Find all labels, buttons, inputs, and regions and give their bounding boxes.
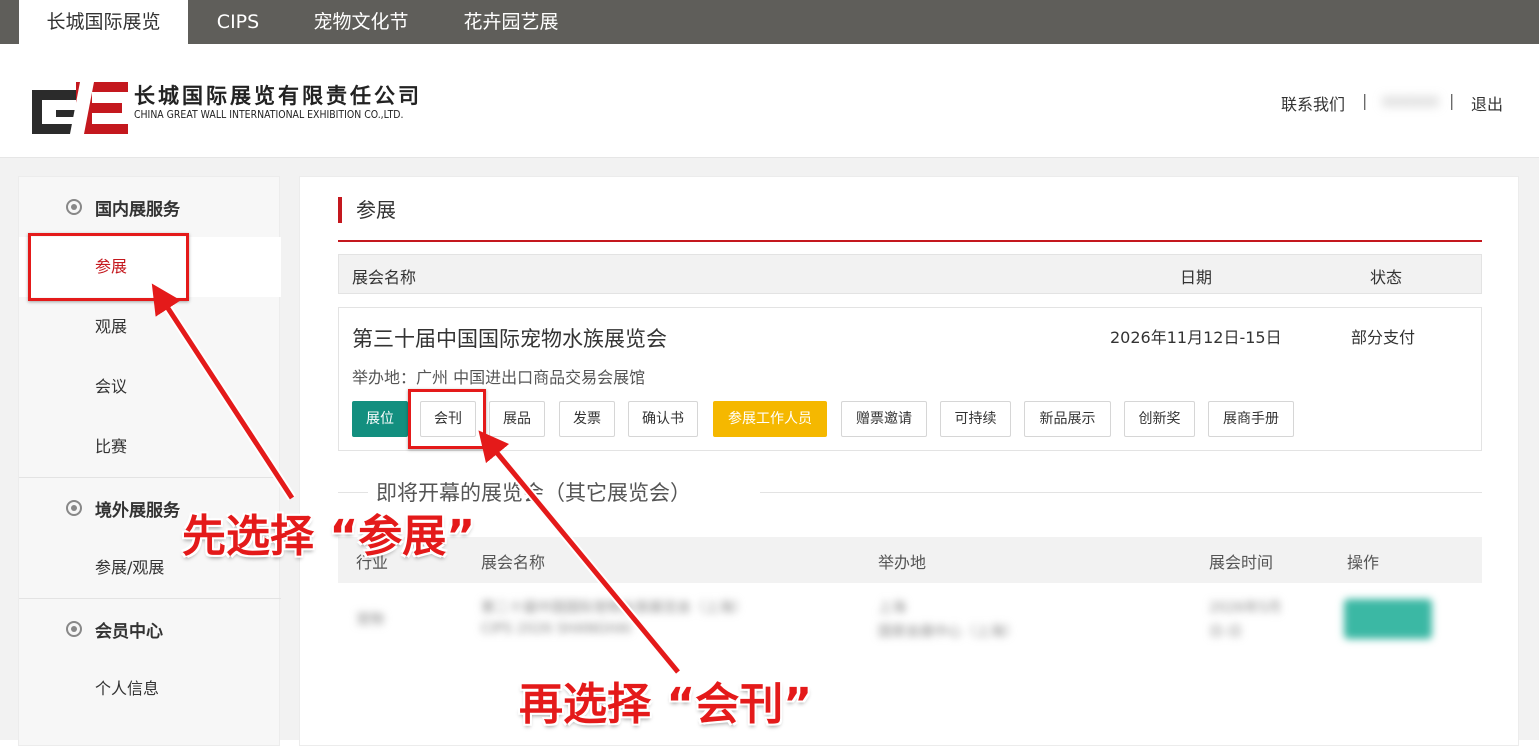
expo-name: 第三十届中国国际宠物水族展览会 — [352, 327, 667, 351]
divider-line — [760, 492, 1482, 493]
invoice-button[interactable]: 发票 — [559, 401, 615, 437]
tab-cips[interactable]: CIPS — [196, 0, 280, 44]
circle-dot-icon — [66, 500, 82, 516]
col-header-date: 日期 — [1180, 268, 1213, 287]
sidebar-item-profile[interactable]: 个人信息 — [19, 659, 281, 719]
company-logo-icon — [32, 82, 128, 134]
sidebar-group-title: 国内展服务 — [95, 200, 180, 220]
circle-dot-icon — [66, 621, 82, 637]
annotation-step1: 先选择 “参展” — [182, 511, 476, 562]
col-header-action: 操作 — [1347, 553, 1380, 572]
sidebar-group-title: 境外展服务 — [95, 501, 180, 521]
blurred-expo-name-en: CIPS 2026 SHANGHAI — [481, 621, 632, 637]
divider-line — [338, 492, 368, 493]
header: 长城国际展览有限责任公司 CHINA GREAT WALL INTERNATIO… — [0, 44, 1539, 158]
logout-link[interactable]: 退出 — [1471, 91, 1503, 115]
col-header-expo-name: 展会名称 — [481, 553, 546, 572]
expo-status: 部分支付 — [1351, 328, 1416, 347]
username[interactable]: xxxxxx — [1382, 91, 1439, 110]
confirmation-button[interactable]: 确认书 — [628, 401, 698, 437]
highlight-box-exhibit — [28, 233, 189, 301]
innovation-award-button[interactable]: 创新奖 — [1124, 401, 1195, 437]
col-header-name: 展会名称 — [352, 268, 417, 287]
tab-flower-garden-expo[interactable]: 花卉园艺展 — [446, 0, 576, 44]
sidebar-group-member: 会员中心 — [19, 599, 281, 659]
main-panel: 参展 展会名称 日期 状态 第三十届中国国际宠物水族展览会 2026年11月12… — [299, 176, 1519, 746]
blurred-industry: 宠物 — [356, 612, 384, 628]
exhibitor-staff-button[interactable]: 参展工作人员 — [713, 401, 827, 437]
sidebar-item-visit[interactable]: 观展 — [19, 297, 281, 357]
expo-venue: 举办地：广州 中国进出口商品交易会展馆 — [352, 368, 646, 387]
booth-button[interactable]: 展位 — [352, 401, 408, 437]
exhibits-button[interactable]: 展品 — [489, 401, 545, 437]
header-separator: | — [1449, 91, 1455, 110]
exhibitor-manual-button[interactable]: 展商手册 — [1208, 401, 1294, 437]
blurred-venue: 上海 — [878, 600, 906, 616]
blurred-time: 2026年5月 — [1209, 600, 1282, 616]
expo-card: 第三十届中国国际宠物水族展览会 2026年11月12日-15日 部分支付 举办地… — [338, 307, 1482, 451]
col-header-venue: 举办地 — [878, 553, 927, 572]
section-underline — [338, 240, 1482, 242]
blurred-time-detail: 日-日 — [1209, 624, 1243, 640]
sidebar-group-domestic: 国内展服务 — [19, 177, 281, 237]
section-title: 参展 — [338, 197, 396, 223]
upcoming-table-header: 行业 展会名称 举办地 展会时间 操作 — [338, 537, 1482, 583]
ticket-invitation-button[interactable]: 赠票邀请 — [841, 401, 927, 437]
sustainable-button[interactable]: 可持续 — [940, 401, 1011, 437]
table-header: 展会名称 日期 状态 — [338, 254, 1482, 294]
contact-us-link[interactable]: 联系我们 — [1281, 91, 1345, 115]
sidebar-item-competition[interactable]: 比赛 — [19, 417, 281, 477]
expo-date: 2026年11月12日-15日 — [1110, 328, 1282, 347]
tab-great-wall-expo[interactable]: 长城国际展览 — [19, 0, 188, 44]
company-name-en: CHINA GREAT WALL INTERNATIONAL EXHIBITIO… — [134, 108, 404, 121]
sidebar-group-title: 会员中心 — [95, 622, 163, 642]
header-separator: | — [1362, 91, 1368, 110]
new-products-button[interactable]: 新品展示 — [1024, 401, 1111, 437]
highlight-box-catalogue — [408, 389, 486, 449]
company-name-cn: 长城国际展览有限责任公司 — [134, 84, 422, 108]
col-header-time: 展会时间 — [1209, 553, 1274, 572]
tab-pet-culture-festival[interactable]: 宠物文化节 — [296, 0, 426, 44]
blurred-expo-name: 第二十届中国国际宠物水族展览会（上海） — [481, 600, 747, 616]
page-body: 国内展服务 参展 观展 会议 比赛 境外展服务 参展/观展 会员中心 个人信息 … — [0, 158, 1539, 746]
col-header-status: 状态 — [1370, 268, 1403, 287]
blurred-action-button[interactable] — [1344, 599, 1432, 639]
sidebar-item-conference[interactable]: 会议 — [19, 357, 281, 417]
top-nav: 长城国际展览 CIPS 宠物文化节 花卉园艺展 — [0, 0, 1539, 44]
annotation-step2: 再选择 “会刊” — [519, 679, 813, 730]
blurred-venue-detail: 国家会展中心（上海） — [878, 624, 1018, 640]
circle-dot-icon — [66, 199, 82, 215]
